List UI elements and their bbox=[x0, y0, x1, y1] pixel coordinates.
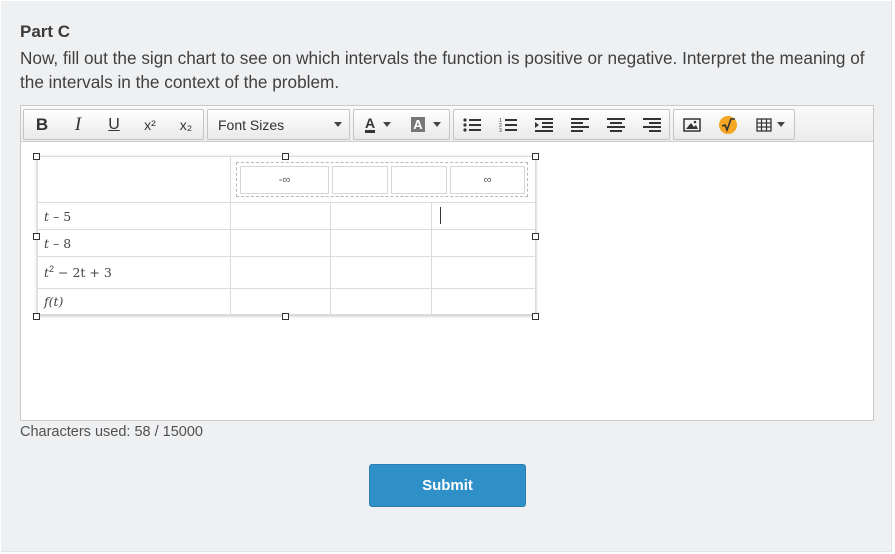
question-panel: Part C Now, fill out the sign chart to s… bbox=[1, 1, 892, 552]
align-right-button[interactable] bbox=[634, 110, 670, 139]
underline-icon: U bbox=[108, 115, 120, 133]
format-group: B I U x² x₂ bbox=[23, 109, 204, 140]
font-sizes-label: Font Sizes bbox=[218, 117, 285, 133]
table-cell[interactable] bbox=[230, 229, 331, 257]
subscript-button[interactable]: x₂ bbox=[168, 110, 204, 139]
chevron-down-icon bbox=[383, 122, 392, 127]
svg-text:3: 3 bbox=[499, 128, 502, 133]
insert-image-button[interactable] bbox=[674, 110, 710, 139]
table-cell[interactable] bbox=[431, 256, 536, 289]
table-cell[interactable] bbox=[330, 202, 432, 230]
resize-handle[interactable] bbox=[33, 233, 40, 240]
subscript-icon: x₂ bbox=[179, 116, 193, 133]
submit-button[interactable]: Submit bbox=[369, 464, 526, 507]
table-cell[interactable] bbox=[230, 256, 331, 289]
italic-button[interactable]: I bbox=[60, 110, 96, 139]
resize-handle[interactable] bbox=[532, 153, 539, 160]
numbered-list-icon: 1 2 3 bbox=[499, 118, 517, 133]
table-row: t2 − 2t + 3 bbox=[37, 256, 536, 289]
resize-handle[interactable] bbox=[33, 153, 40, 160]
row-label[interactable]: t – 5 bbox=[37, 202, 231, 230]
highlight-icon: A bbox=[411, 117, 425, 132]
table-row: f(t) bbox=[37, 288, 536, 315]
resize-handle[interactable] bbox=[282, 153, 289, 160]
table-cell[interactable] bbox=[37, 156, 231, 203]
font-color-button[interactable]: A bbox=[354, 110, 402, 139]
insert-table-button[interactable] bbox=[746, 110, 794, 139]
instructions-text: Now, fill out the sign chart to see on w… bbox=[20, 48, 865, 92]
table-icon bbox=[755, 117, 772, 132]
table-row: t – 8 bbox=[37, 229, 536, 257]
paragraph-group: 1 2 3 bbox=[453, 109, 670, 140]
text-cursor bbox=[440, 207, 441, 224]
bulleted-list-icon bbox=[463, 117, 481, 132]
highlight-color-button[interactable]: A bbox=[402, 110, 450, 139]
align-left-icon bbox=[571, 117, 589, 132]
header-cell[interactable] bbox=[332, 166, 388, 194]
bold-button[interactable]: B bbox=[24, 110, 60, 139]
character-count: Characters used: 58 / 15000 bbox=[20, 424, 203, 440]
align-center-icon bbox=[607, 117, 625, 132]
table-cell[interactable] bbox=[431, 288, 536, 315]
row-label[interactable]: t – 8 bbox=[37, 229, 231, 257]
header-cell-neg-infinity[interactable]: -∞ bbox=[240, 166, 329, 194]
part-title: Part C bbox=[20, 22, 71, 41]
superscript-icon: x² bbox=[144, 116, 156, 133]
bulleted-list-button[interactable] bbox=[454, 110, 490, 139]
bold-icon: B bbox=[35, 114, 49, 134]
chevron-down-icon bbox=[776, 122, 785, 127]
superscript-button[interactable]: x² bbox=[132, 110, 168, 139]
italic-icon: I bbox=[74, 113, 82, 135]
indent-button[interactable] bbox=[526, 110, 562, 139]
color-group: A A bbox=[353, 109, 450, 140]
insert-group bbox=[673, 109, 795, 140]
chevron-down-icon bbox=[334, 122, 342, 127]
header-cell-infinity[interactable]: ∞ bbox=[450, 166, 525, 194]
table-cell[interactable] bbox=[330, 256, 432, 289]
table-cell[interactable] bbox=[230, 288, 331, 315]
numbered-list-button[interactable]: 1 2 3 bbox=[490, 110, 526, 139]
font-sizes-dropdown[interactable]: Font Sizes bbox=[207, 109, 350, 140]
row-label[interactable]: f(t) bbox=[37, 288, 231, 315]
align-right-icon bbox=[643, 117, 661, 132]
indent-icon bbox=[535, 117, 553, 132]
image-icon bbox=[683, 117, 701, 132]
chevron-down-icon bbox=[432, 122, 441, 127]
resize-handle[interactable] bbox=[282, 313, 289, 320]
row-label[interactable]: t2 − 2t + 3 bbox=[37, 256, 231, 289]
underline-button[interactable]: U bbox=[96, 110, 132, 139]
table-cell[interactable] bbox=[230, 202, 331, 230]
table-row: t – 5 bbox=[37, 202, 536, 230]
insert-math-button[interactable] bbox=[710, 110, 746, 139]
header-cell[interactable] bbox=[391, 166, 447, 194]
editor-toolbar: B I U x² x₂ Font Sizes A A 1 2 3 bbox=[21, 106, 873, 142]
table-cell[interactable] bbox=[330, 288, 432, 315]
resize-handle[interactable] bbox=[532, 233, 539, 240]
header-inner-table[interactable]: -∞ ∞ bbox=[236, 162, 528, 197]
font-color-icon: A bbox=[364, 115, 376, 133]
resize-handle[interactable] bbox=[33, 313, 40, 320]
align-left-button[interactable] bbox=[562, 110, 598, 139]
table-cell[interactable] bbox=[431, 229, 536, 257]
math-icon bbox=[719, 115, 737, 134]
table-cell[interactable] bbox=[431, 202, 536, 230]
resize-handle[interactable] bbox=[532, 313, 539, 320]
align-center-button[interactable] bbox=[598, 110, 634, 139]
table-cell[interactable] bbox=[330, 229, 432, 257]
